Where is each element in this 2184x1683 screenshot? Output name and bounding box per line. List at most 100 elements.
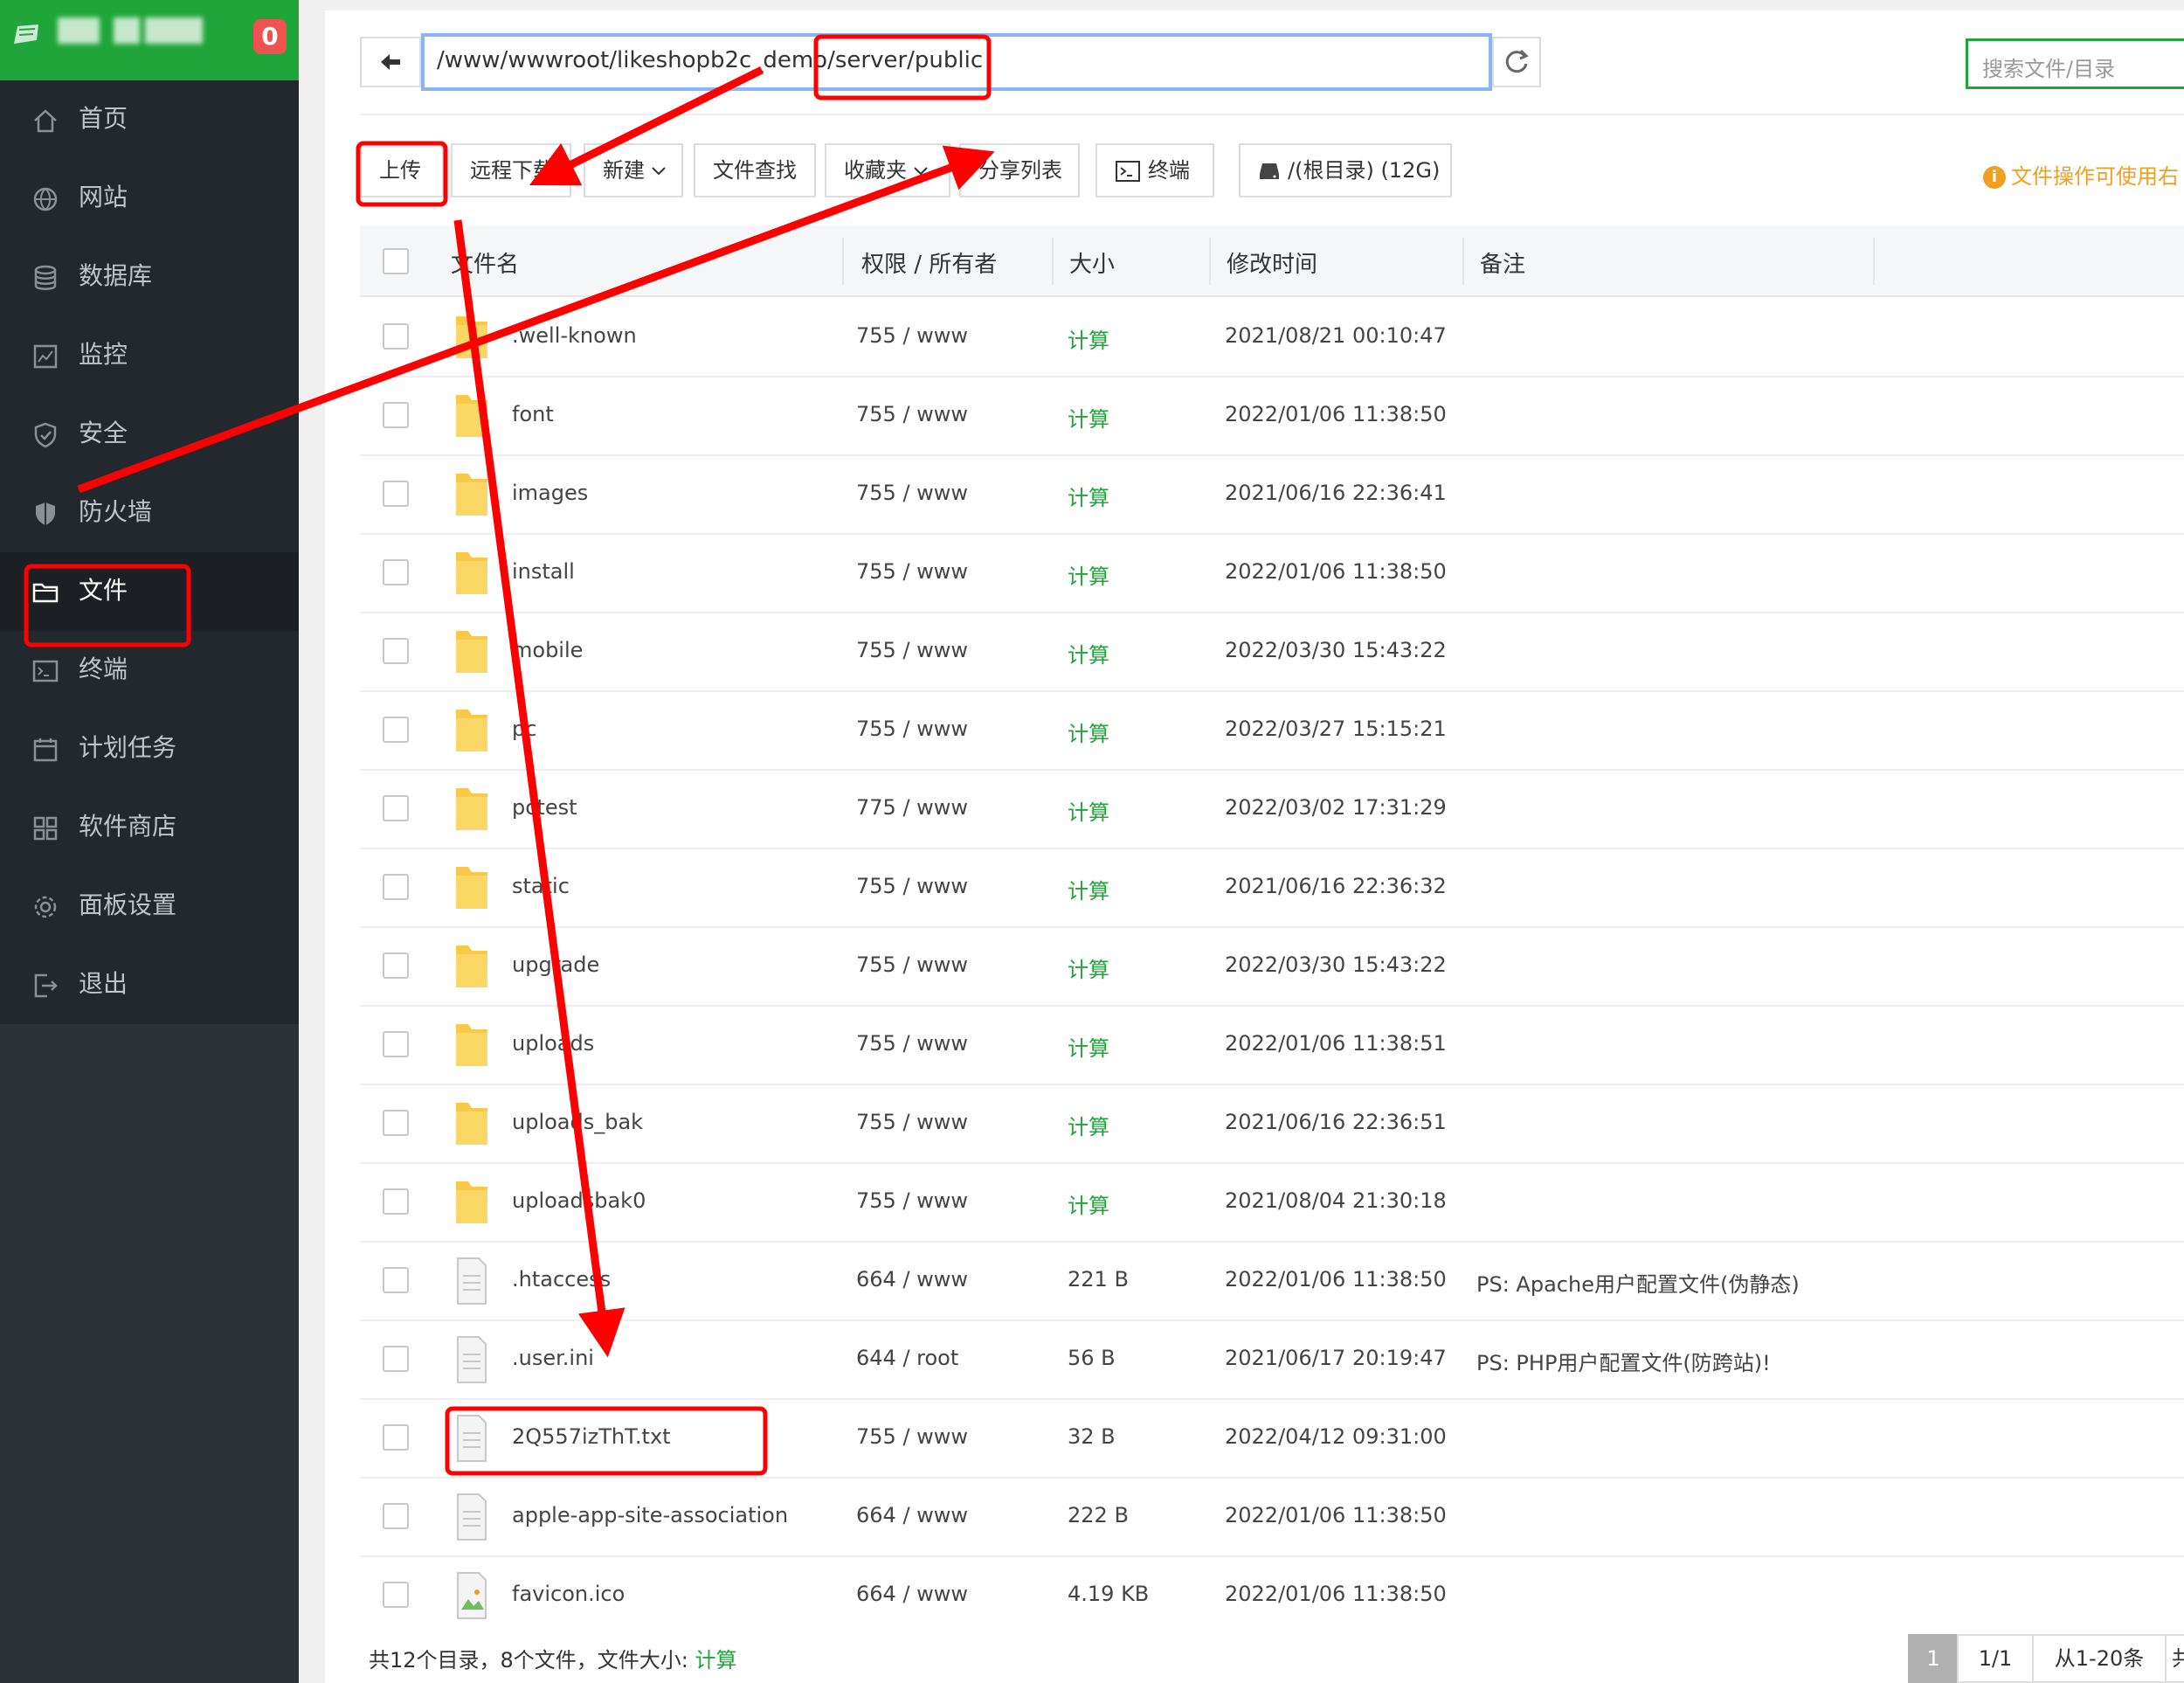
remote-download-button[interactable]: 远程下载 [451, 143, 571, 197]
file-size[interactable]: 计算 [1068, 874, 1109, 904]
sidebar-item[interactable]: 软件商店 [0, 788, 299, 867]
table-row[interactable]: upgrade 755 / www 计算 2022/03/30 15:43:22 [360, 928, 2184, 1007]
file-permission[interactable]: 664 / www [856, 1582, 968, 1606]
table-row[interactable]: static 755 / www 计算 2021/06/16 22:36:32 [360, 849, 2184, 928]
file-size[interactable]: 计算 [1068, 952, 1109, 983]
row-checkbox[interactable] [383, 874, 409, 900]
file-permission[interactable]: 775 / www [856, 795, 968, 820]
table-row[interactable]: .htaccess 664 / www 221 B 2022/01/06 11:38:… [360, 1243, 2184, 1321]
file-name[interactable]: pctest [512, 795, 577, 820]
file-permission[interactable]: 755 / www [856, 323, 968, 348]
path-input[interactable]: /www/wwwroot/likeshopb2c_demo/server/pub… [421, 33, 1492, 91]
file-name[interactable]: .well-known [512, 323, 637, 348]
file-permission[interactable]: 755 / www [856, 402, 968, 426]
file-size[interactable]: 计算 [1068, 1031, 1109, 1062]
row-checkbox[interactable] [383, 1424, 409, 1451]
row-checkbox[interactable] [383, 1188, 409, 1215]
file-permission[interactable]: 755 / www [856, 638, 968, 662]
notification-badge[interactable]: 0 [253, 19, 287, 54]
file-permission[interactable]: 755 / www [856, 1424, 968, 1449]
file-permission[interactable]: 755 / www [856, 1110, 968, 1134]
header-filename[interactable]: 文件名 [451, 246, 519, 279]
file-name[interactable]: upgrade [512, 952, 599, 977]
file-permission[interactable]: 755 / www [856, 481, 968, 505]
row-checkbox[interactable] [383, 1031, 409, 1057]
terminal-button[interactable]: 终端 [1095, 143, 1214, 197]
header-permission[interactable]: 权限 / 所有者 [861, 246, 997, 279]
table-row[interactable]: 2Q557izThT.txt 755 / www 32 B 2022/04/12 09… [360, 1400, 2184, 1479]
file-permission[interactable]: 664 / www [856, 1503, 968, 1527]
file-permission[interactable]: 664 / www [856, 1267, 968, 1292]
file-size[interactable]: 计算 [1068, 559, 1109, 590]
file-search-button[interactable]: 文件查找 [694, 143, 816, 197]
row-checkbox[interactable] [383, 323, 409, 350]
table-row[interactable]: mobile 755 / www 计算 2022/03/30 15:43:22 [360, 613, 2184, 692]
file-name[interactable]: .user.ini [512, 1346, 594, 1370]
file-size[interactable]: 计算 [1068, 481, 1109, 511]
file-name[interactable]: favicon.ico [512, 1582, 625, 1606]
table-row[interactable]: install 755 / www 计算 2022/01/06 11:38:50 [360, 535, 2184, 613]
back-button[interactable] [360, 37, 421, 87]
file-name[interactable]: uploads [512, 1031, 594, 1056]
select-all-checkbox[interactable] [383, 248, 409, 274]
table-row[interactable]: uploads 755 / www 计算 2022/01/06 11:38:51 [360, 1007, 2184, 1085]
sidebar-item[interactable]: 数据库 [0, 238, 299, 316]
favorites-dropdown-button[interactable]: 收藏夹 [825, 143, 950, 197]
new-dropdown-button[interactable]: 新建 [584, 143, 683, 197]
row-checkbox[interactable] [383, 481, 409, 507]
file-permission[interactable]: 755 / www [856, 1188, 968, 1213]
table-row[interactable]: pc 755 / www 计算 2022/03/27 15:15:21 [360, 692, 2184, 771]
file-name[interactable]: mobile [512, 638, 583, 662]
file-name[interactable]: .htaccess [512, 1267, 611, 1292]
page-current[interactable]: 1 [1908, 1634, 1959, 1683]
file-permission[interactable]: 755 / www [856, 952, 968, 977]
sidebar-item[interactable]: 终端 [0, 631, 299, 710]
file-size[interactable]: 计算 [1068, 717, 1109, 747]
row-checkbox[interactable] [383, 402, 409, 428]
file-name[interactable]: static [512, 874, 570, 898]
row-checkbox[interactable] [383, 1503, 409, 1529]
table-row[interactable]: .user.ini 644 / root 56 B 2021/06/17 20:19:… [360, 1321, 2184, 1400]
table-row[interactable]: font 755 / www 计算 2022/01/06 11:38:50 [360, 377, 2184, 456]
share-list-button[interactable]: 分享列表 [959, 143, 1080, 197]
footer-calc-link[interactable]: 计算 [695, 1648, 737, 1673]
file-size[interactable]: 计算 [1068, 795, 1109, 826]
row-checkbox[interactable] [383, 717, 409, 743]
sidebar-item[interactable]: 文件 [0, 552, 299, 631]
file-permission[interactable]: 755 / www [856, 559, 968, 584]
file-name[interactable]: images [512, 481, 588, 505]
search-input[interactable]: 搜索文件/目录 [1966, 38, 2184, 89]
sidebar-item[interactable]: 首页 [0, 80, 299, 159]
file-size[interactable]: 计算 [1068, 1110, 1109, 1140]
sidebar-item[interactable]: 面板设置 [0, 867, 299, 945]
file-size[interactable]: 计算 [1068, 1188, 1109, 1219]
sidebar-item[interactable]: 退出 [0, 945, 299, 1024]
table-row[interactable]: images 755 / www 计算 2021/06/16 22:36:41 [360, 456, 2184, 535]
file-permission[interactable]: 755 / www [856, 717, 968, 741]
row-checkbox[interactable] [383, 638, 409, 664]
row-checkbox[interactable] [383, 1346, 409, 1372]
file-name[interactable]: font [512, 402, 554, 426]
file-name[interactable]: pc [512, 717, 536, 741]
table-row[interactable]: .well-known 755 / www 计算 2021/08/21 00:10:4… [360, 299, 2184, 377]
sidebar-item[interactable]: 网站 [0, 159, 299, 238]
file-name[interactable]: uploadsbak0 [512, 1188, 646, 1213]
file-name[interactable]: apple-app-site-association [512, 1503, 788, 1527]
row-checkbox[interactable] [383, 559, 409, 585]
file-permission[interactable]: 755 / www [856, 874, 968, 898]
file-permission[interactable]: 755 / www [856, 1031, 968, 1056]
disk-button[interactable]: /(根目录) (12G) [1239, 143, 1452, 197]
header-mtime[interactable]: 修改时间 [1227, 246, 1317, 279]
row-checkbox[interactable] [383, 1582, 409, 1608]
file-size[interactable]: 计算 [1068, 638, 1109, 668]
file-name[interactable]: uploads_bak [512, 1110, 643, 1134]
file-permission[interactable]: 644 / root [856, 1346, 958, 1370]
file-name[interactable]: 2Q557izThT.txt [512, 1424, 671, 1449]
table-row[interactable]: uploads_bak 755 / www 计算 2021/06/16 22:36:5… [360, 1085, 2184, 1164]
header-size[interactable]: 大小 [1069, 246, 1115, 279]
sidebar-item[interactable]: 防火墙 [0, 474, 299, 552]
refresh-button[interactable] [1492, 37, 1541, 87]
file-size[interactable]: 计算 [1068, 402, 1109, 433]
file-name[interactable]: install [512, 559, 575, 584]
row-checkbox[interactable] [383, 1267, 409, 1293]
